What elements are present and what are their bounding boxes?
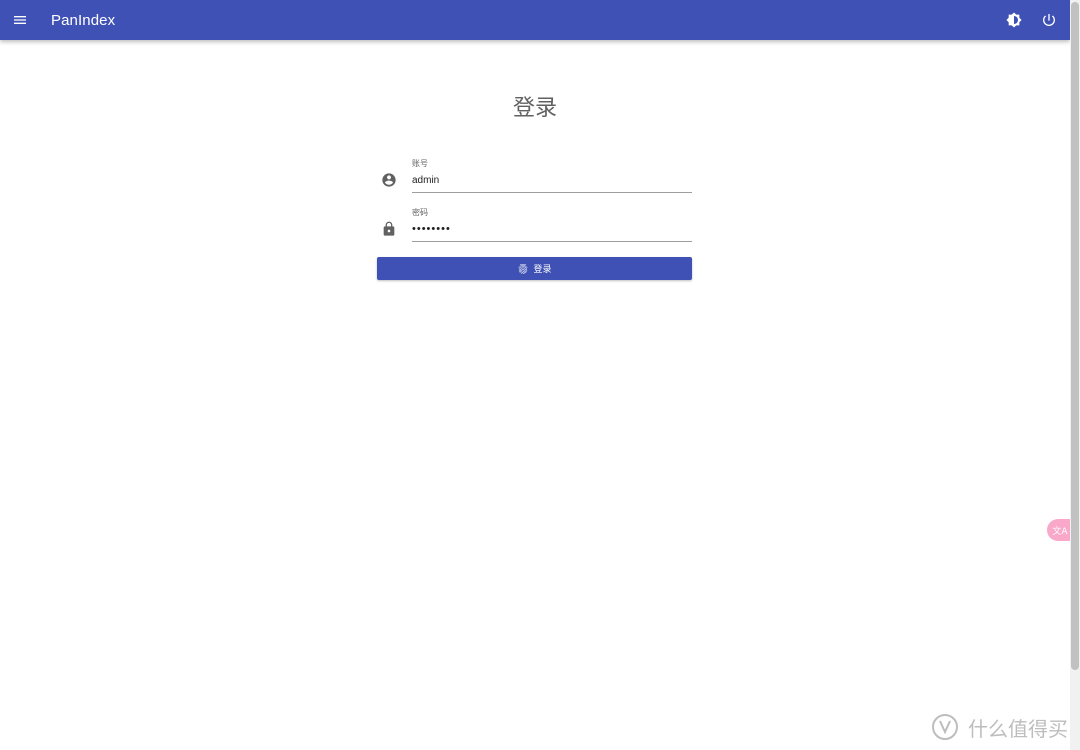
watermark-logo-icon — [932, 714, 958, 740]
password-field: 密码 — [377, 205, 692, 247]
scrollbar[interactable] — [1070, 0, 1080, 750]
login-button[interactable]: 登录 — [377, 257, 692, 280]
login-button-label: 登录 — [533, 265, 552, 275]
translate-icon: 文A — [1052, 526, 1068, 537]
login-title: 登录 — [512, 96, 557, 121]
menu-button[interactable] — [3, 3, 37, 37]
account-circle-icon — [382, 173, 396, 187]
menu-icon — [14, 16, 26, 24]
logout-button[interactable] — [1032, 3, 1066, 37]
app-root: PanIndex 登录 账号 密码 — [0, 0, 1080, 750]
password-label: 密码 — [412, 208, 428, 217]
password-field-body: 密码 — [412, 205, 692, 247]
password-input[interactable] — [412, 220, 692, 242]
username-input[interactable] — [412, 171, 692, 193]
power-icon — [1043, 14, 1055, 26]
watermark: 什么值得买 — [930, 712, 1068, 742]
lock-icon — [383, 221, 395, 236]
username-field: 账号 — [377, 156, 692, 198]
username-label: 账号 — [412, 159, 428, 168]
theme-toggle-button[interactable] — [997, 3, 1031, 37]
brightness-icon — [1006, 12, 1022, 28]
scrollbar-thumb[interactable] — [1071, 2, 1079, 670]
fingerprint-icon — [518, 263, 528, 274]
username-field-body: 账号 — [412, 156, 692, 198]
app-title[interactable]: PanIndex — [51, 12, 115, 29]
top-app-bar: PanIndex — [0, 0, 1070, 40]
watermark-text: 什么值得买 — [968, 716, 1068, 741]
